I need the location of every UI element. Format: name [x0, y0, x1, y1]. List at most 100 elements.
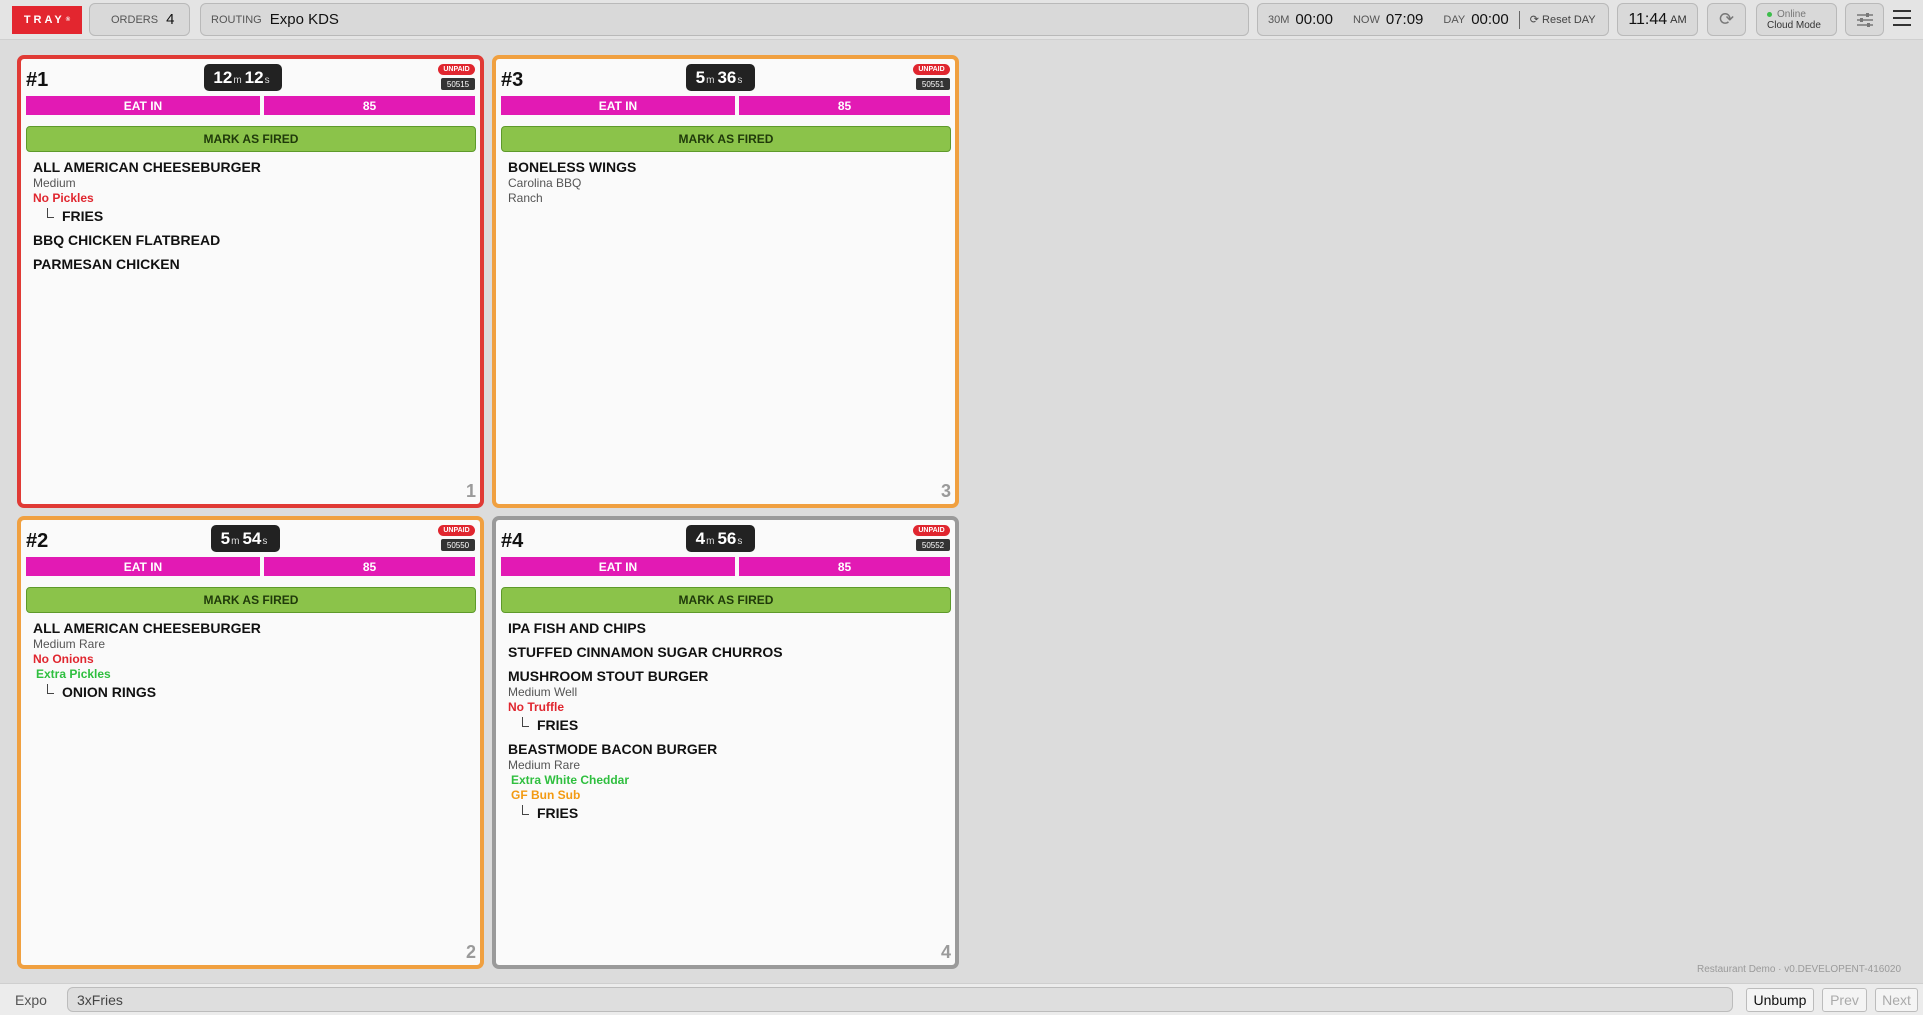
- card-position: 4: [940, 942, 951, 962]
- timer-minutes: 5: [220, 529, 231, 548]
- sub-item[interactable]: FRIES: [508, 805, 945, 821]
- clock: 11:44 AM: [1617, 3, 1698, 36]
- elapsed-timer: 5 m 54 s: [211, 525, 280, 552]
- elapsed-timer: 12 m 12 s: [204, 64, 282, 91]
- order-card[interactable]: #4 4 m 56 s UNPAID 50552 EAT IN 85 MARK AS FIRED I…: [492, 516, 959, 969]
- ticket-number: 50552: [916, 539, 950, 551]
- order-item[interactable]: IPA FISH AND CHIPS: [508, 620, 945, 636]
- routing-label: ROUTING: [211, 13, 262, 26]
- sub-item-connector-icon: [522, 717, 529, 727]
- order-item[interactable]: MUSHROOM STOUT BURGER: [508, 668, 945, 684]
- routing-value: Expo KDS: [269, 11, 339, 28]
- timer-day-value: 00:00: [1471, 11, 1509, 28]
- order-card[interactable]: #1 12 m 12 s UNPAID 50515 EAT IN 85 MARK AS FIRED…: [17, 55, 484, 508]
- order-card[interactable]: #3 5 m 36 s UNPAID 50551 EAT IN 85 MARK AS FIRED B…: [492, 55, 959, 508]
- timer-seconds: 36: [717, 68, 737, 87]
- order-number: #1: [26, 69, 49, 91]
- item-modifier: No Truffle: [508, 700, 564, 714]
- item-modifier: Medium Rare: [508, 758, 581, 772]
- order-items: BONELESS WINGS Carolina BBQ Ranch: [508, 159, 945, 205]
- sub-item[interactable]: ONION RINGS: [33, 684, 470, 700]
- order-type-tag: EAT IN: [501, 557, 735, 576]
- reset-day-button[interactable]: ⟳ Reset DAY: [1530, 13, 1596, 26]
- cloud-mode-label: Cloud Mode: [1767, 19, 1821, 31]
- timer-30m-value: 00:00: [1295, 11, 1333, 28]
- orders-count: 4: [166, 11, 175, 28]
- orders-counter[interactable]: ORDERS 4: [89, 3, 190, 36]
- elapsed-timer: 5 m 36 s: [686, 64, 755, 91]
- sliders-icon: [1856, 12, 1873, 27]
- timer-30m-label: 30M: [1268, 13, 1290, 26]
- top-bar: TRAY ® ORDERS 4 ROUTING Expo KDS 30M 00:0…: [0, 0, 1923, 40]
- refresh-button[interactable]: ⟳: [1707, 3, 1746, 36]
- next-button[interactable]: Next: [1875, 988, 1918, 1012]
- order-item[interactable]: BONELESS WINGS: [508, 159, 945, 175]
- item-modifier: Extra White Cheddar: [511, 773, 630, 787]
- unbump-button[interactable]: Unbump: [1746, 988, 1814, 1012]
- order-type-tag: EAT IN: [26, 96, 260, 115]
- ticket-number: 50550: [441, 539, 475, 551]
- timer-minutes: 5: [695, 68, 706, 87]
- order-item[interactable]: ALL AMERICAN CHEESEBURGER: [33, 159, 470, 175]
- sub-item-connector-icon: [47, 208, 54, 218]
- orders-label: ORDERS: [111, 13, 159, 26]
- timer-now-label: NOW: [1352, 13, 1380, 26]
- table-number-tag: 85: [739, 557, 950, 576]
- order-type-tag: EAT IN: [26, 557, 260, 576]
- timer-seconds: 12: [244, 68, 264, 87]
- ticket-number: 50515: [441, 78, 475, 90]
- mark-as-fired-button[interactable]: MARK AS FIRED: [26, 126, 476, 152]
- sub-item[interactable]: FRIES: [33, 208, 470, 224]
- item-modifier: Medium Rare: [33, 637, 106, 651]
- online-status: Online: [1767, 9, 1806, 20]
- version-label: Restaurant Demo · v0.DEVELOPENT-416020: [1697, 964, 1901, 975]
- order-item[interactable]: BBQ CHICKEN FLATBREAD: [33, 232, 470, 248]
- item-modifier: GF Bun Sub: [511, 788, 581, 802]
- reset-icon: ⟳: [1529, 14, 1543, 26]
- sub-item[interactable]: FRIES: [508, 717, 945, 733]
- item-modifier: Extra Pickles: [36, 667, 111, 681]
- item-modifier: Carolina BBQ: [508, 176, 582, 190]
- order-items: IPA FISH AND CHIPS STUFFED CINNAMON SUGAR…: [508, 620, 945, 821]
- order-item[interactable]: BEASTMODE BACON BURGER: [508, 741, 945, 757]
- card-position: 1: [465, 481, 476, 501]
- unpaid-badge: UNPAID: [438, 525, 475, 536]
- order-card[interactable]: #2 5 m 54 s UNPAID 50550 EAT IN 85 MARK AS FIRED A…: [17, 516, 484, 969]
- ticket-number: 50551: [916, 78, 950, 90]
- bottom-bar: Expo 3xFries Unbump Prev Next: [0, 983, 1923, 1015]
- mark-as-fired-button[interactable]: MARK AS FIRED: [26, 587, 476, 613]
- station-label: Expo: [15, 992, 47, 1008]
- order-items: ALL AMERICAN CHEESEBURGER Medium No Pickle…: [33, 159, 470, 272]
- clock-ampm: AM: [1670, 13, 1687, 26]
- unpaid-badge: UNPAID: [438, 64, 475, 75]
- order-type-tag: EAT IN: [501, 96, 735, 115]
- card-position: 3: [940, 481, 951, 501]
- mark-as-fired-button[interactable]: MARK AS FIRED: [501, 126, 951, 152]
- clock-time: 11:44: [1628, 10, 1668, 28]
- item-filter-value: 3xFries: [77, 991, 123, 1008]
- order-item[interactable]: PARMESAN CHICKEN: [33, 256, 470, 272]
- connection-status[interactable]: Online Cloud Mode: [1756, 3, 1837, 36]
- order-number: #4: [501, 530, 524, 552]
- timer-minutes: 4: [695, 529, 706, 548]
- item-modifier: No Onions: [33, 652, 94, 666]
- timer-seconds: 54: [242, 529, 262, 548]
- card-position: 2: [465, 942, 476, 962]
- item-modifier: Ranch: [508, 191, 543, 205]
- prev-button[interactable]: Prev: [1822, 988, 1867, 1012]
- unpaid-badge: UNPAID: [913, 525, 950, 536]
- order-item[interactable]: STUFFED CINNAMON SUGAR CHURROS: [508, 644, 945, 660]
- timer-day-label: DAY: [1443, 13, 1466, 26]
- timers-panel: 30M 00:00 NOW 07:09 DAY 00:00 ⟳ Reset DA…: [1257, 3, 1609, 36]
- item-filter-input[interactable]: 3xFries: [67, 987, 1733, 1012]
- sub-item-connector-icon: [47, 684, 54, 694]
- settings-button[interactable]: [1845, 3, 1884, 36]
- routing-selector[interactable]: ROUTING Expo KDS: [200, 3, 1249, 36]
- order-item[interactable]: ALL AMERICAN CHEESEBURGER: [33, 620, 470, 636]
- hamburger-menu-icon[interactable]: [1893, 10, 1911, 26]
- order-items: ALL AMERICAN CHEESEBURGER Medium Rare No O…: [33, 620, 470, 700]
- unpaid-badge: UNPAID: [913, 64, 950, 75]
- elapsed-timer: 4 m 56 s: [686, 525, 755, 552]
- mark-as-fired-button[interactable]: MARK AS FIRED: [501, 587, 951, 613]
- online-dot-icon: [1767, 11, 1772, 17]
